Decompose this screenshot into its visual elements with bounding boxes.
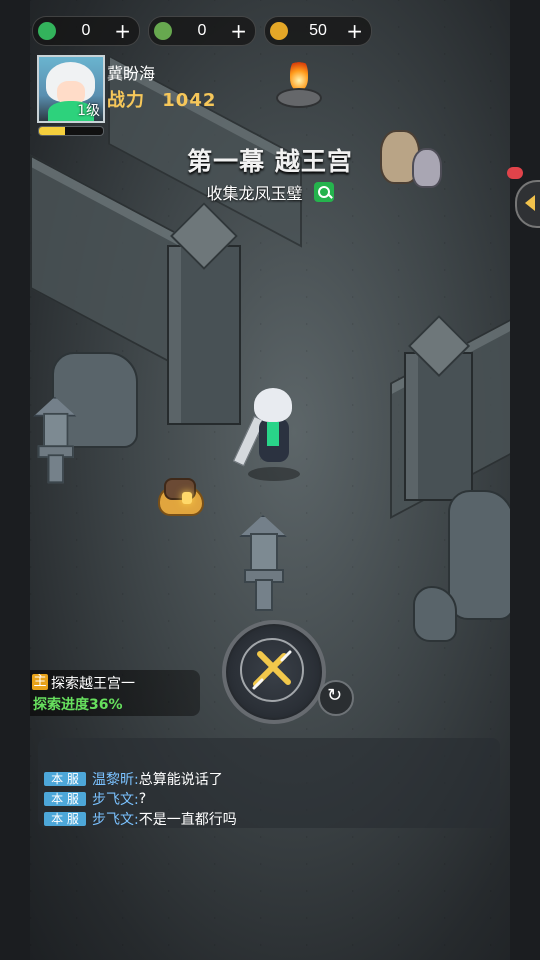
stone-lantern [235, 515, 289, 611]
chat-channel-tag: 本 服 [44, 772, 86, 786]
player-avatar[interactable]: 1级 [37, 55, 105, 123]
hero-character [232, 388, 310, 481]
add-currency-button[interactable]: + [346, 19, 363, 43]
chat-channel-tag: 本 服 [44, 792, 86, 806]
exp-bar [38, 126, 104, 136]
stage-objective: 收集龙凤玉璧 [206, 184, 303, 203]
pet-companion [150, 472, 206, 524]
chat-sender: 步飞文: [92, 812, 139, 828]
chat-text: 不是一直都行吗 [138, 812, 237, 828]
chat-text: 总算能说话了 [138, 772, 223, 788]
quest-name: 探索越王宫一 [51, 676, 135, 692]
main-quest-tag: 主 [32, 674, 48, 690]
chat-panel[interactable]: 本 服 温黎昕: 总算能说话了 本 服 步飞文: ? 本 服 步飞文: 不是一直… [38, 738, 500, 828]
exp-fill [39, 127, 65, 135]
combat-power: 战力 1042 [107, 86, 216, 112]
rock-right [448, 490, 510, 620]
chat-sender: 步飞文: [92, 792, 139, 808]
notification-dot-icon [507, 167, 523, 179]
attack-button[interactable] [222, 620, 326, 724]
currency-value: 0 [197, 22, 207, 39]
chat-sender: 温黎昕: [92, 772, 139, 788]
fire-brazier [276, 58, 322, 114]
quest-panel[interactable]: 主 探索越王宫一 探索进度36% [30, 670, 200, 716]
chat-message: 本 服 温黎昕: 总算能说话了 [44, 769, 223, 789]
crossed-swords-icon [240, 638, 304, 702]
stage-title: 第一幕 越王宫 [187, 147, 353, 176]
stage-subtitle: 收集龙凤玉璧 [0, 180, 540, 204]
currency-bag: 0 + [148, 16, 256, 46]
stone-pillar-left [167, 245, 241, 425]
stone-lantern-left [30, 396, 78, 484]
chat-channel-tag: 本 服 [44, 812, 86, 826]
currency-value: 50 [309, 22, 327, 39]
rock-mid-right [413, 586, 457, 642]
currency-gold: 50 + [264, 16, 372, 46]
search-icon[interactable] [313, 182, 334, 202]
quest-progress: 探索进度36% [33, 697, 123, 713]
player-level: 1级 [77, 103, 100, 119]
power-label: 战力 [107, 90, 145, 111]
currency-bar: 0 + 0 + 50 + [32, 16, 372, 46]
chat-text: ? [138, 791, 147, 807]
currency-value: 0 [81, 22, 91, 39]
gold-coin-icon [270, 22, 288, 40]
add-currency-button[interactable]: + [114, 19, 131, 43]
add-currency-button[interactable]: + [230, 19, 247, 43]
green-gem-icon [38, 22, 56, 40]
refresh-icon[interactable] [318, 680, 354, 716]
green-bag-icon [154, 22, 172, 40]
player-name: 冀盼海 [107, 64, 156, 83]
power-value: 1042 [162, 90, 217, 111]
currency-gem: 0 + [32, 16, 140, 46]
chat-message: 本 服 步飞文: 不是一直都行吗 [44, 809, 237, 829]
chat-message: 本 服 步飞文: ? [44, 789, 146, 809]
